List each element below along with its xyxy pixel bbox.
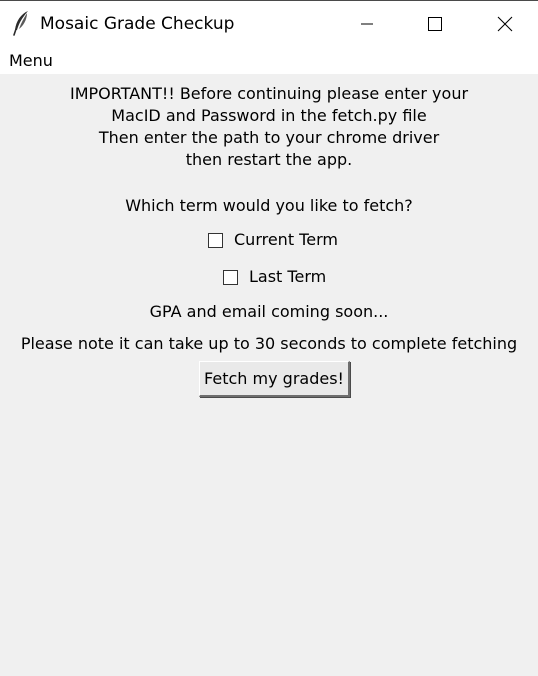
notice-line-3: Then enter the path to your chrome drive… (98, 128, 440, 147)
last-term-option[interactable]: Last Term (223, 266, 326, 288)
notice-line-1: IMPORTANT!! Before continuing please ent… (69, 84, 469, 103)
maximize-icon (428, 17, 442, 31)
term-question: Which term would you like to fetch? (125, 196, 413, 215)
last-term-label[interactable]: Last Term (249, 267, 326, 287)
app-window: Mosaic Grade Checkup Menu IMPORTANT!! Be… (0, 0, 538, 676)
window-title: Mosaic Grade Checkup (40, 14, 235, 34)
notice-line-4: then restart the app. (185, 150, 353, 169)
current-term-option[interactable]: Current Term (208, 229, 338, 251)
minimize-button[interactable] (332, 0, 402, 48)
feather-icon (12, 10, 32, 36)
coming-soon-text: GPA and email coming soon... (149, 302, 389, 321)
close-button[interactable] (470, 0, 538, 48)
title-bar[interactable]: Mosaic Grade Checkup (0, 0, 538, 48)
close-icon (497, 16, 513, 32)
minimize-icon (361, 23, 373, 25)
maximize-button[interactable] (400, 0, 470, 48)
current-term-checkbox[interactable] (208, 232, 223, 248)
fetch-duration-note: Please note it can take up to 30 seconds… (20, 334, 518, 353)
current-term-label[interactable]: Current Term (234, 230, 338, 250)
fetch-grades-button[interactable]: Fetch my grades! (199, 361, 350, 397)
notice-line-2: MacID and Password in the fetch.py file (111, 106, 427, 125)
menu-item-menu[interactable]: Menu (9, 51, 53, 71)
menu-bar: Menu (0, 48, 538, 74)
last-term-checkbox[interactable] (223, 269, 238, 285)
